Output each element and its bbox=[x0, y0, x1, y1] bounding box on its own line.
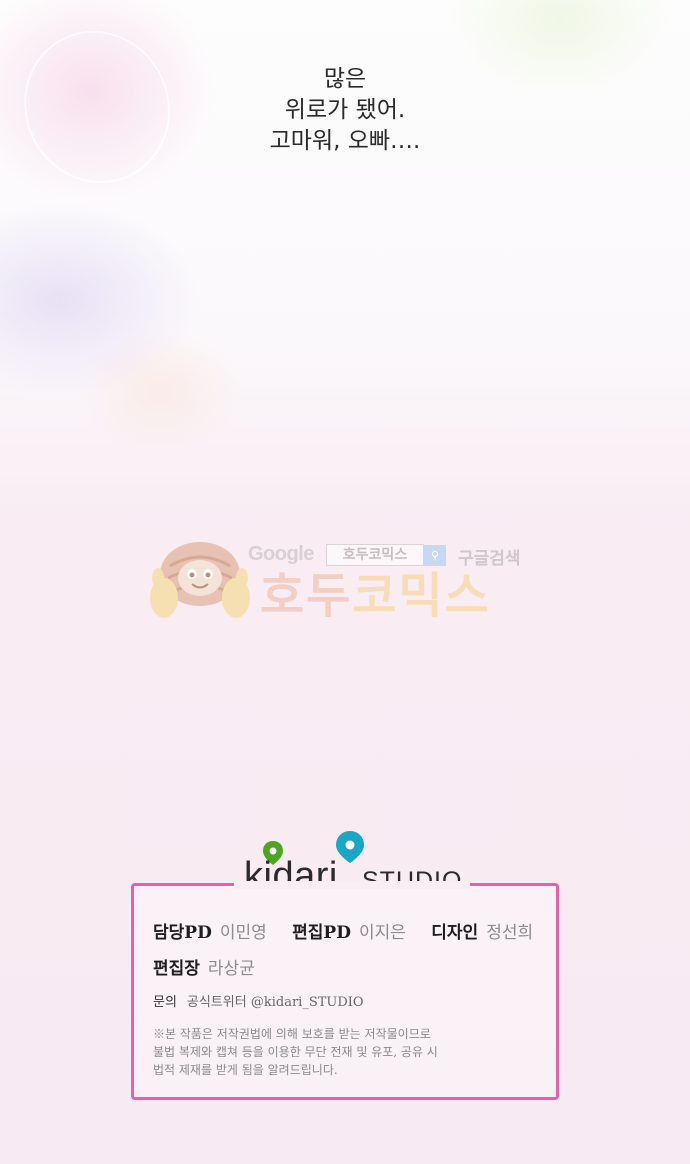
credit-value: 라상균 bbox=[207, 959, 255, 979]
watermark-title-part1: 호두 bbox=[260, 568, 353, 624]
credit-label: 편집PD bbox=[292, 923, 351, 943]
notice-line: 불법 복제와 캡쳐 등을 이용한 무단 전재 및 유포, 공유 시 bbox=[153, 1045, 438, 1059]
credit-label: 담당PD bbox=[153, 923, 212, 943]
teal-pin-icon bbox=[336, 831, 364, 863]
credit-value: 이민영 bbox=[219, 923, 267, 943]
search-icon: ⚲ bbox=[424, 545, 446, 566]
contact-value: 공식트위터 @kidari_STUDIO bbox=[186, 995, 364, 1010]
credits-row-staff: 담당PD 이민영 편집PD 이지은 디자인 정선희 bbox=[153, 918, 553, 943]
credits-border-gap bbox=[234, 881, 470, 889]
watermark-search-box: 호두코믹스 bbox=[326, 544, 424, 566]
credits-row-contact: 문의 공식트위터 @kidari_STUDIO bbox=[153, 991, 384, 1010]
copyright-notice: ※본 작품은 저작권법에 의해 보호를 받는 저작물이므로 불법 복제와 캡쳐 … bbox=[153, 1025, 543, 1079]
credit-value: 정선희 bbox=[486, 923, 534, 943]
watermark-title: 호두코믹스 bbox=[260, 568, 491, 624]
dialogue-line: 고마워, 오빠…. bbox=[269, 128, 421, 154]
dialogue-line: 위로가 됐어. bbox=[284, 97, 406, 123]
notice-line: ※본 작품은 저작권법에 의해 보호를 받는 저작물이므로 bbox=[153, 1027, 431, 1041]
credits-row-editor: 편집장 라상균 bbox=[153, 954, 275, 979]
credits-box: 담당PD 이민영 편집PD 이지은 디자인 정선희 편집장 라상균 문의 공식트위터 @k… bbox=[131, 881, 559, 1100]
hodu-comics-watermark: Google 호두코믹스 ⚲ 구글검색 호두코믹스 bbox=[148, 538, 538, 630]
credit-value: 이지은 bbox=[358, 923, 406, 943]
walnut-mascot-icon bbox=[150, 542, 250, 618]
credit-label: 디자인 bbox=[431, 923, 479, 943]
watermark-search-label: 구글검색 bbox=[458, 549, 521, 569]
google-logo-text: Google bbox=[248, 543, 314, 565]
dialogue-text: 많은 위로가 됐어. 고마워, 오빠…. bbox=[0, 64, 690, 157]
dialogue-line: 많은 bbox=[323, 66, 367, 92]
credit-label: 편집장 bbox=[153, 959, 200, 979]
notice-line: 법적 제재를 받게 됨을 알려드립니다. bbox=[153, 1063, 338, 1077]
contact-label: 문의 bbox=[153, 995, 177, 1010]
watermark-title-part2: 코믹스 bbox=[352, 568, 491, 624]
